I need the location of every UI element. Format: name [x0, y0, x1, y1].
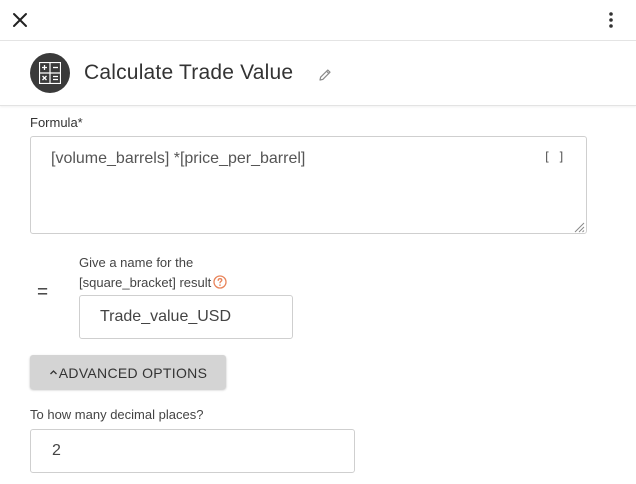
decimal-places-input[interactable]: [30, 429, 355, 473]
formula-input[interactable]: [volume_barrels] *[price_per_barrel] [ ]: [30, 136, 587, 234]
formula-text[interactable]: [volume_barrels] *[price_per_barrel]: [51, 150, 305, 168]
page-title: Calculate Trade Value: [84, 61, 294, 84]
advanced-options-button[interactable]: ADVANCED OPTIONS: [30, 355, 226, 389]
result-label-line1: Give a name for the: [79, 255, 194, 270]
result-label-line2-wrap: [square_bracket] result: [79, 273, 227, 293]
pencil-icon[interactable]: [318, 68, 332, 82]
insert-bracket-button[interactable]: [ ]: [543, 150, 565, 164]
top-bar: [0, 0, 636, 41]
calculator-icon: [30, 53, 70, 93]
kebab-menu-icon[interactable]: [601, 10, 621, 30]
result-name-input[interactable]: [79, 295, 293, 339]
resize-handle-icon[interactable]: [573, 220, 585, 233]
decimal-places-label: To how many decimal places?: [30, 407, 204, 422]
chevron-up-icon: [49, 364, 58, 374]
question-circle-icon[interactable]: [213, 275, 227, 289]
result-name-label: Give a name for the [square_bracket] res…: [79, 253, 227, 293]
equals-sign: =: [37, 282, 49, 303]
result-label-line2: [square_bracket] result: [79, 275, 212, 290]
header: Calculate Trade Value: [0, 41, 636, 106]
advanced-options-label: ADVANCED OPTIONS: [58, 364, 208, 381]
close-icon[interactable]: [10, 10, 30, 30]
formula-label: Formula*: [30, 115, 83, 130]
